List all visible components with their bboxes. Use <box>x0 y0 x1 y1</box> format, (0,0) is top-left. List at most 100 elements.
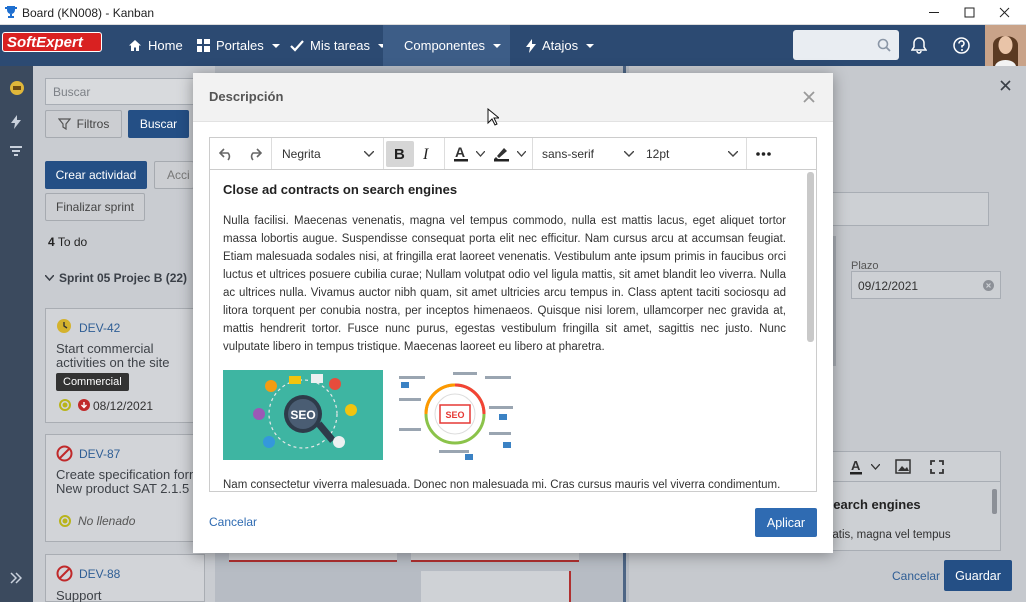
bell-icon[interactable] <box>911 37 927 54</box>
card-dev-42[interactable]: DEV-42 Start commercial activities on th… <box>45 308 205 423</box>
brand-logo[interactable]: SoftExpert <box>2 32 102 52</box>
lightning-icon[interactable] <box>11 115 21 129</box>
clear-icon[interactable] <box>983 280 994 291</box>
todo-label: To do <box>57 235 88 249</box>
card-id[interactable]: DEV-88 <box>79 567 120 581</box>
card-status: No llenado <box>78 514 136 528</box>
filters-button[interactable]: Filtros <box>45 110 122 138</box>
rich-text-editor[interactable]: Negrita B I A sans-serif 12pt Close ad c… <box>209 137 817 492</box>
help-icon[interactable] <box>953 37 970 54</box>
side-preview-text: natis, magna vel tempus <box>826 529 951 541</box>
svg-text:B: B <box>394 147 405 161</box>
save-button[interactable]: Guardar <box>944 560 1012 591</box>
side-cancel-link[interactable]: Cancelar <box>892 569 940 583</box>
grid-icon <box>197 39 210 52</box>
chevron-down-icon <box>45 275 54 281</box>
side-panel-scrollbar[interactable] <box>833 236 836 366</box>
deadline-value: 09/12/2021 <box>858 279 919 293</box>
font-family-dropdown[interactable]: sans-serif <box>542 147 594 161</box>
funnel-icon <box>57 118 71 130</box>
more-options-icon[interactable] <box>756 152 771 156</box>
text-color-icon[interactable]: A <box>849 459 865 475</box>
filter-lines-icon[interactable] <box>10 146 22 156</box>
chevron-down-icon <box>492 43 501 48</box>
card-title: Support <box>56 588 102 602</box>
chevron-down-icon[interactable] <box>728 151 738 157</box>
finalize-sprint-button[interactable]: Finalizar sprint <box>45 193 145 221</box>
expand-double-chevron-icon[interactable] <box>10 572 22 584</box>
nav-portales[interactable]: Portales <box>191 25 286 66</box>
apply-button[interactable]: Aplicar <box>755 508 817 537</box>
content-paragraph: Nam consectetur viverra malesuada. Donec… <box>223 479 781 491</box>
italic-icon[interactable]: I <box>422 146 434 162</box>
user-photo-icon <box>985 25 1026 66</box>
card-id[interactable]: DEV-42 <box>79 321 120 335</box>
create-activity-button[interactable]: Crear actividad <box>45 161 147 189</box>
editor-content[interactable]: Close ad contracts on search engines Nul… <box>210 170 816 491</box>
undo-icon[interactable] <box>219 146 235 161</box>
redo-icon[interactable] <box>246 146 262 161</box>
nav-mis-tareas[interactable]: Mis tareas <box>284 25 392 66</box>
board-search-input[interactable]: Buscar <box>45 78 215 105</box>
toolbar-separator <box>532 138 533 169</box>
editor-scrollbar[interactable] <box>807 172 814 342</box>
highlight-color-icon[interactable] <box>493 145 510 162</box>
left-rail <box>0 66 33 602</box>
card-tag: Commercial <box>56 373 129 391</box>
avatar[interactable] <box>985 25 1026 66</box>
fullscreen-icon[interactable] <box>930 460 944 474</box>
content-heading: Close ad contracts on search engines <box>223 182 458 197</box>
font-size-dropdown[interactable]: 12pt <box>646 147 669 161</box>
check-icon <box>290 39 304 52</box>
deadline-input[interactable]: 09/12/2021 <box>851 271 1001 299</box>
nav-mis-tareas-label: Mis tareas <box>310 38 370 53</box>
card-title: Start commercial activities on the site <box>56 341 170 370</box>
modal-title: Descripción <box>209 89 284 104</box>
filters-label: Filtros <box>76 117 110 131</box>
nav-home[interactable]: Home <box>122 25 189 66</box>
card-id[interactable]: DEV-87 <box>79 447 120 461</box>
sprint-label: Sprint 05 Projec B (22) <box>59 271 188 285</box>
chevron-down-icon[interactable] <box>476 151 485 157</box>
toolbar-separator <box>746 138 747 169</box>
mouse-cursor-icon <box>487 108 499 126</box>
seo-illustration-image[interactable]: SEO <box>223 370 383 460</box>
block-style-dropdown[interactable]: Negrita <box>282 147 321 161</box>
nav-componentes[interactable]: Componentes <box>383 25 510 66</box>
seo-image-label: SEO <box>290 408 315 422</box>
blocked-icon <box>56 445 73 462</box>
nav-componentes-label: Componentes <box>404 38 485 53</box>
card-dev-88[interactable]: DEV-88 Support <box>45 554 205 602</box>
cancel-link[interactable]: Cancelar <box>209 515 257 529</box>
side-description-editor[interactable]: A search engines natis, magna vel tempus <box>825 451 1001 551</box>
nav-home-label: Home <box>148 38 183 53</box>
board-search-button[interactable]: Buscar <box>128 110 189 138</box>
seo-diagram-image[interactable]: SEO <box>393 370 523 460</box>
chevron-down-icon[interactable] <box>517 151 526 157</box>
close-window-button[interactable] <box>981 0 1026 25</box>
close-icon[interactable] <box>803 91 815 103</box>
actions-button[interactable]: Acci <box>154 161 194 189</box>
status-circle-icon <box>59 515 71 527</box>
image-icon[interactable] <box>895 459 911 474</box>
side-editor-scrollbar[interactable] <box>992 489 997 514</box>
bold-button[interactable]: B <box>386 141 414 167</box>
chevron-down-icon <box>271 43 280 48</box>
chevron-down-icon[interactable] <box>871 464 880 470</box>
text-color-icon[interactable]: A <box>453 145 469 162</box>
content-images: SEO SEO <box>223 370 786 460</box>
sprint-group-header[interactable]: Sprint 05 Projec B (22) <box>45 271 187 285</box>
chevron-down-icon[interactable] <box>624 151 634 157</box>
side-panel-field[interactable] <box>829 192 989 226</box>
editor-toolbar: Negrita B I A sans-serif 12pt <box>210 138 816 170</box>
board-icon[interactable] <box>9 80 25 96</box>
global-search-input[interactable] <box>793 30 899 60</box>
title-bar: Board (KN008) - Kanban <box>0 0 1026 25</box>
close-icon[interactable] <box>1000 80 1011 91</box>
nav-atajos[interactable]: Atajos <box>520 25 600 66</box>
chevron-down-icon[interactable] <box>364 151 374 157</box>
card-dev-87[interactable]: DEV-87 Create specification form New pro… <box>45 434 205 542</box>
todo-count: 4 <box>48 235 55 249</box>
side-preview-title: search engines <box>826 497 921 512</box>
nav-atajos-label: Atajos <box>542 38 579 53</box>
